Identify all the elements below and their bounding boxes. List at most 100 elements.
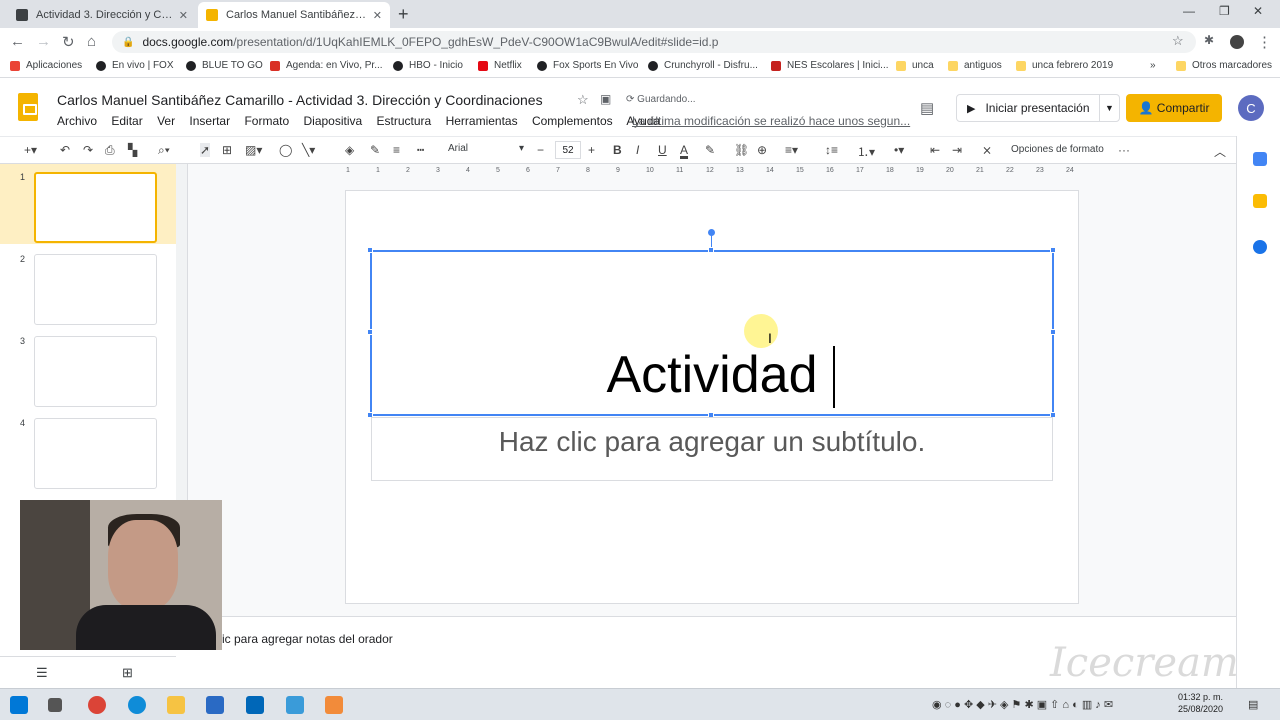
tab-slides[interactable]: Carlos Manuel Santibáñez Camarill ✕ [198, 2, 390, 28]
bookmark-foxsports[interactable]: Fox Sports En Vivo [537, 60, 638, 71]
window-close-icon[interactable]: ✕ [1253, 4, 1263, 18]
menu-diapositiva[interactable]: Diapositiva [303, 114, 362, 128]
star-icon[interactable]: ☆ [577, 92, 589, 108]
new-slide-icon[interactable]: +▾ [24, 143, 37, 157]
new-tab-button[interactable]: + [398, 4, 409, 25]
tray-icons[interactable]: ◉ ◌ ● ✥ ◆ ✈ ◈ ⚑ ✱ ▣ ⇧ ⌂ ◐ ▥ ♪ ✉ [932, 698, 1113, 711]
border-dash-icon[interactable]: ┅ [417, 143, 424, 157]
bookmark-otros[interactable]: Otros marcadores [1176, 60, 1272, 71]
line-icon[interactable]: ╲▾ [302, 143, 315, 157]
tasks-icon[interactable] [1253, 240, 1267, 254]
explorer-icon[interactable] [167, 696, 185, 714]
line-spacing-icon[interactable]: ↕≡ [825, 143, 838, 157]
border-weight-icon[interactable]: ≡ [393, 143, 400, 157]
link-icon[interactable]: ⛓ [734, 143, 749, 157]
more-bookmarks-icon[interactable]: » [1150, 60, 1156, 71]
slide-thumbnail-4[interactable]: 4 [0, 410, 176, 490]
slides-logo-icon[interactable] [18, 93, 38, 121]
font-size-input[interactable]: 52 [555, 141, 581, 159]
recorder-icon[interactable] [325, 696, 343, 714]
bulleted-list-icon[interactable]: •▾ [894, 143, 904, 157]
bookmark-antiguos[interactable]: antiguos [948, 60, 1002, 71]
close-icon[interactable]: ✕ [373, 9, 382, 22]
share-button[interactable]: 👤 Compartir [1126, 94, 1222, 122]
avatar[interactable]: C [1238, 95, 1264, 121]
close-icon[interactable]: ✕ [179, 9, 188, 22]
bookmark-agenda[interactable]: Agenda: en Vivo, Pr... [270, 60, 383, 71]
bookmark-netflix[interactable]: Netflix [478, 60, 522, 71]
keep-icon[interactable] [1253, 194, 1267, 208]
undo-icon[interactable]: ↶ [60, 143, 70, 157]
increase-size-icon[interactable]: + [588, 143, 595, 157]
menu-ver[interactable]: Ver [157, 114, 175, 128]
app-icon[interactable] [286, 696, 304, 714]
align-icon[interactable]: ≡▾ [785, 143, 798, 157]
slide-title-text[interactable]: Actividad [370, 344, 1054, 406]
horizontal-ruler[interactable]: 1 1 2 3 4 5 6 7 8 9 10 11 12 13 14 15 16 17 18 19 20 21 22 23 24 [340, 165, 1080, 177]
forward-arrow-icon[interactable]: → [36, 33, 51, 50]
paint-format-icon[interactable]: ▚ [128, 143, 137, 157]
notifications-icon[interactable]: ▤ [1248, 698, 1258, 711]
select-cursor-icon[interactable]: ➚ [200, 143, 211, 157]
back-arrow-icon[interactable]: ← [10, 33, 25, 50]
increase-indent-icon[interactable]: ⇥ [952, 143, 962, 157]
filmstrip-view-icon[interactable]: ☰ [36, 665, 48, 681]
home-icon[interactable]: ⌂ [87, 33, 96, 50]
speaker-notes-placeholder[interactable]: ic para agregar notas del orador [222, 632, 393, 646]
menu-archivo[interactable]: Archivo [57, 114, 97, 128]
shape-icon[interactable]: ◯ [279, 143, 292, 157]
clear-formatting-icon[interactable]: ⨯ [982, 143, 992, 157]
resize-handle[interactable] [367, 247, 373, 253]
reload-icon[interactable]: ↻ [62, 33, 75, 51]
present-button[interactable]: ▶ Iniciar presentación ▼ [956, 94, 1120, 122]
slide-thumbnail-3[interactable]: 3 [0, 328, 176, 408]
chevron-down-icon[interactable]: ▼ [1099, 95, 1119, 121]
grid-view-icon[interactable]: ⊞ [122, 665, 133, 681]
profile-avatar[interactable] [1230, 35, 1244, 49]
bookmark-unca-febrero[interactable]: unca febrero 2019 [1016, 60, 1113, 71]
comment-add-icon[interactable]: ⊕ [757, 143, 767, 157]
system-clock[interactable]: 01:32 p. m. 25/08/2020 [1178, 691, 1223, 715]
subtitle-placeholder[interactable]: Haz clic para agregar un subtítulo. [371, 424, 1053, 460]
slide-thumbnail-2[interactable]: 2 [0, 246, 176, 326]
resize-handle[interactable] [1050, 329, 1056, 335]
bookmark-aplicaciones[interactable]: Aplicaciones [10, 60, 82, 71]
collapse-toolbar-icon[interactable]: ︿ [1214, 143, 1226, 160]
last-edit-link[interactable]: La última modificación se realizó hace u… [632, 114, 910, 128]
menu-herramientas[interactable]: Herramientas [446, 114, 518, 128]
font-family-select[interactable]: Arial ▾ [448, 143, 524, 154]
print-icon[interactable]: ⎙ [105, 143, 115, 158]
resize-handle[interactable] [1050, 247, 1056, 253]
chrome-icon[interactable] [88, 696, 106, 714]
bookmark-hbo[interactable]: HBO - Inicio [393, 60, 463, 71]
rotation-handle[interactable] [708, 229, 715, 236]
decrease-indent-icon[interactable]: ⇤ [930, 143, 940, 157]
store-icon[interactable] [206, 696, 224, 714]
menu-editar[interactable]: Editar [111, 114, 142, 128]
tab-actividad[interactable]: Actividad 3. Dirección y Coordinac ✕ [8, 2, 196, 28]
document-title[interactable]: Carlos Manuel Santibáñez Camarillo - Act… [57, 92, 543, 108]
bookmark-crunchyroll[interactable]: Crunchyroll - Disfru... [648, 60, 758, 71]
text-box-icon[interactable]: ⊞ [222, 143, 232, 157]
highlight-icon[interactable]: ✎ [705, 143, 715, 157]
underline-icon[interactable]: U [658, 143, 667, 157]
zoom-icon[interactable]: ⌕▾ [158, 143, 170, 158]
maximize-icon[interactable]: ❐ [1219, 4, 1230, 18]
slide-thumbnail-1[interactable]: 1 [0, 164, 176, 244]
menu-dots-icon[interactable]: ⋮ [1257, 33, 1272, 51]
bookmark-nes[interactable]: NES Escolares | Inici... [771, 60, 889, 71]
minimize-icon[interactable]: — [1183, 4, 1195, 18]
bookmark-blue[interactable]: BLUE TO GO [186, 60, 263, 71]
edge-icon[interactable] [128, 696, 146, 714]
menu-estructura[interactable]: Estructura [377, 114, 432, 128]
task-view-icon[interactable] [48, 698, 62, 712]
windows-start-icon[interactable] [10, 696, 28, 714]
border-color-icon[interactable]: ✎ [370, 143, 380, 157]
more-icon[interactable]: ··· [1118, 143, 1130, 157]
bookmark-unca[interactable]: unca [896, 60, 934, 71]
menu-formato[interactable]: Formato [244, 114, 289, 128]
bookmark-fox[interactable]: En vivo | FOX [96, 60, 174, 71]
text-color-icon[interactable]: A [680, 143, 688, 157]
extensions-icon[interactable]: ✱ [1204, 33, 1214, 47]
redo-icon[interactable]: ↷ [83, 143, 93, 157]
